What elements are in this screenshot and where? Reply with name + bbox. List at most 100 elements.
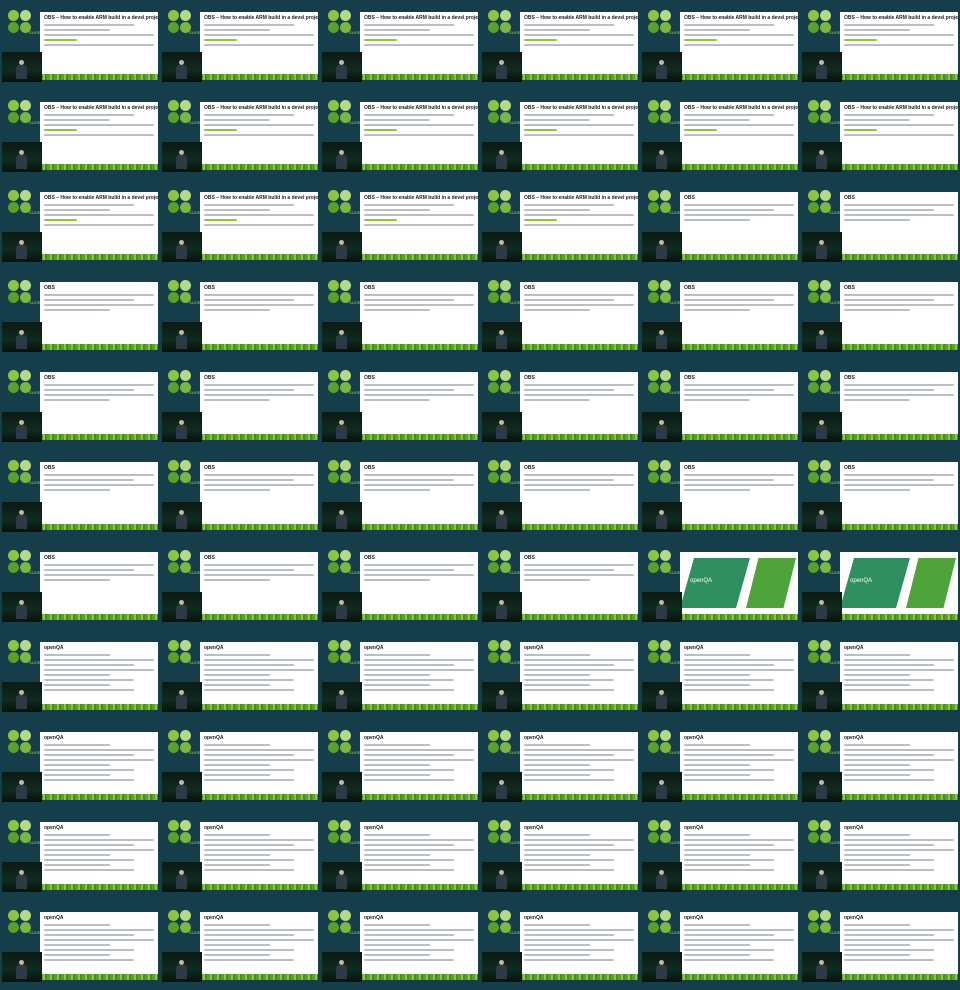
slide-body bbox=[204, 564, 314, 584]
video-thumbnail[interactable]: SUSE OBS bbox=[800, 450, 960, 540]
logo-text: SUSE bbox=[829, 120, 841, 125]
slide-title: OBS bbox=[524, 465, 535, 471]
slide-footer-decoration bbox=[360, 704, 478, 710]
video-thumbnail[interactable]: SUSE OBS – How to enable ARM build in a d… bbox=[320, 0, 480, 90]
speaker-video bbox=[322, 862, 362, 892]
video-thumbnail[interactable]: SUSE OBS bbox=[160, 540, 320, 630]
video-thumbnail[interactable]: SUSE OBS bbox=[320, 270, 480, 360]
video-thumbnail[interactable]: SUSE OBS – How to enable ARM build in a d… bbox=[0, 0, 160, 90]
cover-shape bbox=[906, 558, 956, 608]
video-thumbnail[interactable]: SUSE OBS bbox=[320, 540, 480, 630]
video-thumbnail[interactable]: SUSE OBS bbox=[160, 270, 320, 360]
video-thumbnail[interactable]: SUSE openQA bbox=[0, 810, 160, 900]
video-thumbnail[interactable]: SUSE OBS bbox=[800, 360, 960, 450]
speaker-video bbox=[482, 682, 522, 712]
video-thumbnail[interactable]: SUSE openQA bbox=[800, 630, 960, 720]
video-thumbnail[interactable]: SUSE OBS – How to enable ARM build in a d… bbox=[0, 180, 160, 270]
video-thumbnail[interactable]: SUSE OBS bbox=[640, 450, 800, 540]
video-thumbnail[interactable]: SUSE OBS – How to enable ARM build in a d… bbox=[800, 0, 960, 90]
slide-title: OBS bbox=[204, 375, 215, 381]
video-thumbnail[interactable]: SUSE openQA bbox=[800, 540, 960, 630]
video-thumbnail[interactable]: SUSE OBS bbox=[0, 360, 160, 450]
video-thumbnail[interactable]: SUSE OBS – How to enable ARM build in a d… bbox=[480, 0, 640, 90]
video-thumbnail[interactable]: SUSE OBS bbox=[320, 450, 480, 540]
conference-logo-icon: SUSE bbox=[488, 730, 521, 755]
video-thumbnail[interactable]: SUSE openQA bbox=[160, 810, 320, 900]
video-thumbnail[interactable]: SUSE OBS bbox=[640, 270, 800, 360]
video-thumbnail[interactable]: SUSE openQA bbox=[480, 630, 640, 720]
video-thumbnail[interactable]: SUSE openQA bbox=[640, 900, 800, 990]
video-thumbnail[interactable]: SUSE OBS – How to enable ARM build in a d… bbox=[160, 90, 320, 180]
video-thumbnail[interactable]: SUSE OBS bbox=[640, 180, 800, 270]
speaker-body bbox=[656, 155, 667, 169]
video-thumbnail[interactable]: SUSE OBS – How to enable ARM build in a d… bbox=[480, 90, 640, 180]
video-thumbnail[interactable]: SUSE openQA bbox=[480, 810, 640, 900]
speaker-video bbox=[162, 142, 202, 172]
slide-title: OBS – How to enable ARM build in a devel… bbox=[204, 195, 318, 201]
video-thumbnail[interactable]: SUSE openQA bbox=[320, 810, 480, 900]
video-thumbnail[interactable]: SUSE openQA bbox=[320, 900, 480, 990]
video-thumbnail[interactable]: SUSE OBS – How to enable ARM build in a d… bbox=[640, 90, 800, 180]
video-thumbnail[interactable]: SUSE OBS bbox=[640, 360, 800, 450]
video-thumbnail[interactable]: SUSE OBS bbox=[480, 540, 640, 630]
video-thumbnail[interactable]: SUSE openQA bbox=[0, 630, 160, 720]
video-thumbnail[interactable]: SUSE openQA bbox=[0, 720, 160, 810]
video-thumbnail[interactable]: SUSE OBS bbox=[480, 360, 640, 450]
video-thumbnail[interactable]: SUSE OBS – How to enable ARM build in a d… bbox=[320, 90, 480, 180]
logo-text: SUSE bbox=[349, 30, 361, 35]
video-thumbnail[interactable]: SUSE OBS – How to enable ARM build in a d… bbox=[800, 90, 960, 180]
video-thumbnail[interactable]: SUSE openQA bbox=[160, 720, 320, 810]
speaker-video bbox=[322, 682, 362, 712]
presentation-slide: openQA bbox=[200, 822, 318, 884]
video-thumbnail[interactable]: SUSE openQA bbox=[160, 630, 320, 720]
video-thumbnail[interactable]: SUSE openQA bbox=[640, 720, 800, 810]
video-thumbnail[interactable]: SUSE OBS bbox=[0, 270, 160, 360]
slide-footer-decoration bbox=[520, 254, 638, 260]
video-thumbnail[interactable]: SUSE openQA bbox=[480, 720, 640, 810]
slide-body bbox=[524, 834, 634, 874]
video-thumbnail[interactable]: SUSE OBS bbox=[480, 450, 640, 540]
slide-title: OBS bbox=[524, 375, 535, 381]
slide-footer-decoration bbox=[40, 704, 158, 710]
video-thumbnail[interactable]: SUSE OBS – How to enable ARM build in a d… bbox=[640, 0, 800, 90]
video-thumbnail[interactable]: SUSE OBS bbox=[800, 270, 960, 360]
video-thumbnail[interactable]: SUSE openQA bbox=[320, 630, 480, 720]
video-thumbnail[interactable]: SUSE openQA bbox=[640, 540, 800, 630]
speaker-video bbox=[802, 772, 842, 802]
video-thumbnail[interactable]: SUSE OBS bbox=[160, 450, 320, 540]
slide-body bbox=[684, 924, 794, 964]
video-thumbnail[interactable]: SUSE openQA bbox=[640, 810, 800, 900]
slide-title: OBS bbox=[44, 285, 55, 291]
speaker-body bbox=[176, 605, 187, 619]
video-thumbnail[interactable]: SUSE openQA bbox=[640, 630, 800, 720]
slide-body bbox=[364, 474, 474, 494]
video-thumbnail[interactable]: SUSE OBS – How to enable ARM build in a d… bbox=[160, 0, 320, 90]
video-thumbnail[interactable]: SUSE openQA bbox=[800, 720, 960, 810]
video-thumbnail[interactable]: SUSE OBS – How to enable ARM build in a d… bbox=[160, 180, 320, 270]
slide-body bbox=[524, 474, 634, 494]
logo-text: SUSE bbox=[509, 570, 521, 575]
video-thumbnail[interactable]: SUSE OBS – How to enable ARM build in a d… bbox=[480, 180, 640, 270]
slide-body bbox=[844, 384, 954, 404]
video-thumbnail[interactable]: SUSE OBS – How to enable ARM build in a d… bbox=[320, 180, 480, 270]
video-thumbnail[interactable]: SUSE openQA bbox=[160, 900, 320, 990]
conference-logo-icon: SUSE bbox=[808, 640, 841, 665]
video-thumbnail[interactable]: SUSE openQA bbox=[480, 900, 640, 990]
speaker-body bbox=[816, 695, 827, 709]
video-thumbnail[interactable]: SUSE openQA bbox=[800, 900, 960, 990]
slide-footer-decoration bbox=[360, 884, 478, 890]
video-thumbnail[interactable]: SUSE OBS bbox=[0, 540, 160, 630]
video-thumbnail[interactable]: SUSE OBS bbox=[160, 360, 320, 450]
video-thumbnail[interactable]: SUSE OBS – How to enable ARM build in a d… bbox=[0, 90, 160, 180]
presentation-slide: OBS – How to enable ARM build in a devel… bbox=[40, 192, 158, 254]
video-thumbnail[interactable]: SUSE openQA bbox=[800, 810, 960, 900]
video-thumbnail[interactable]: SUSE OBS bbox=[800, 180, 960, 270]
video-thumbnail[interactable]: SUSE openQA bbox=[0, 900, 160, 990]
speaker-video bbox=[482, 862, 522, 892]
speaker-body bbox=[176, 695, 187, 709]
video-thumbnail[interactable]: SUSE openQA bbox=[320, 720, 480, 810]
video-thumbnail[interactable]: SUSE OBS bbox=[320, 360, 480, 450]
speaker-body bbox=[656, 695, 667, 709]
video-thumbnail[interactable]: SUSE OBS bbox=[480, 270, 640, 360]
video-thumbnail[interactable]: SUSE OBS bbox=[0, 450, 160, 540]
